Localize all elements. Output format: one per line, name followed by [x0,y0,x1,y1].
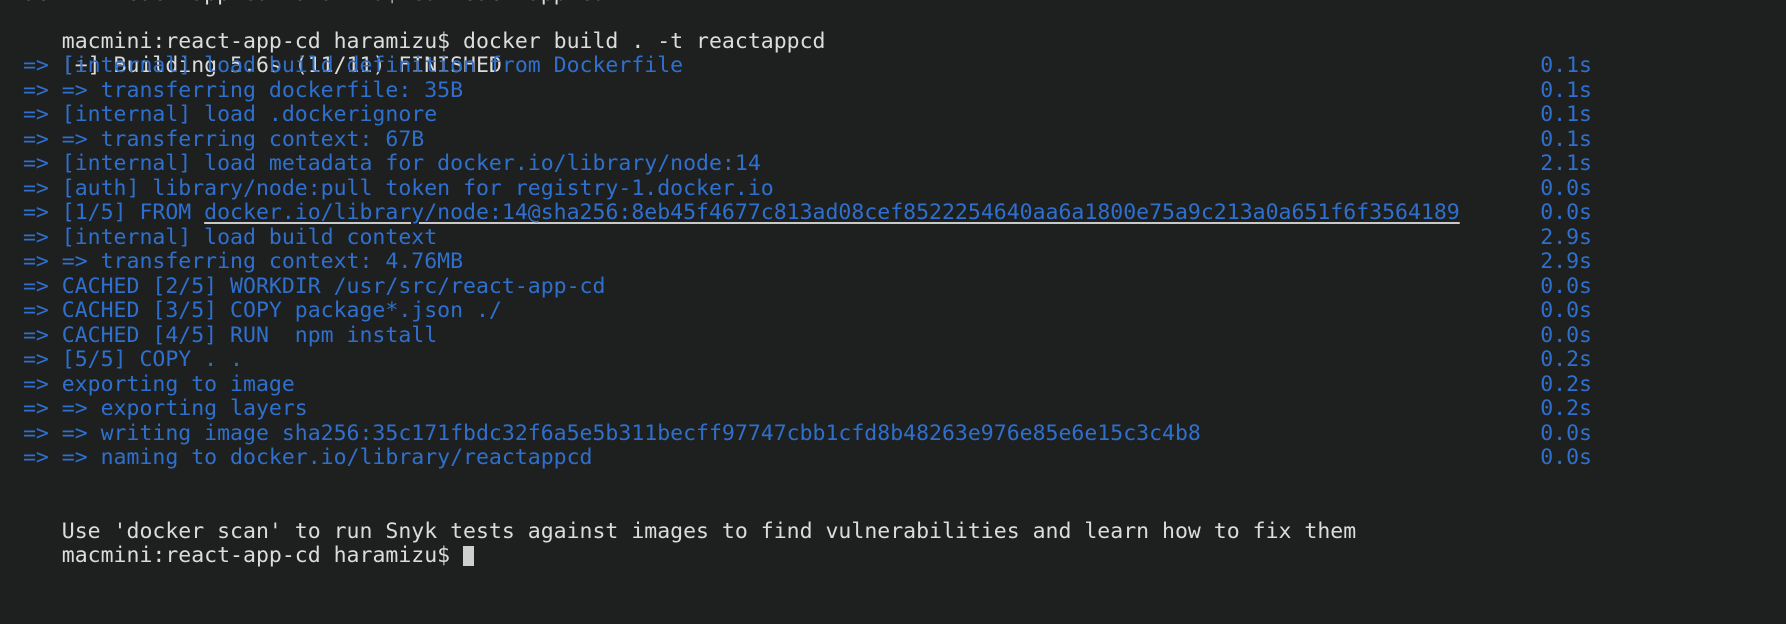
build-step-text: => CACHED [3/5] COPY package*.json ./ [10,298,502,323]
build-status-line: [+] Building 5.6s (11/11) FINISHED [10,30,1786,78]
build-step-duration: 0.1s [1540,77,1592,103]
build-step-text: => [internal] load .dockerignore [10,102,438,127]
build-step-row: => [internal] load build context 2.9s [10,224,1786,251]
build-step-duration: 0.0s [1540,322,1592,348]
build-step-image-reference-link[interactable]: docker.io/library/node:14@sha256:8eb45f4… [204,200,1460,225]
build-step-row: => CACHED [3/5] COPY package*.json ./ 0.0… [10,298,1786,324]
build-step-text: => CACHED [2/5] WORKDIR /usr/src/react-a… [10,273,606,299]
build-steps-list: => [internal] load build definition from… [10,53,1786,471]
build-step-row: => CACHED [4/5] RUN npm install 0.0s [10,322,1786,349]
build-step-duration: 0.2s [1540,371,1592,397]
final-prompt-text: macmini:react-app-cd haramizu$ [61,543,464,568]
build-step-duration: 0.1s [1540,102,1592,127]
build-step-row: => exporting to image 0.2s [10,371,1786,398]
build-step-duration: 0.0s [1540,420,1592,446]
build-step-row: => => exporting layers 0.2s [10,396,1786,422]
build-step-text: => [internal] load metadata for docker.i… [10,151,761,176]
build-step-text: => => transferring context: 67B [10,126,425,152]
build-step-row: => [internal] load .dockerignore 0.1s [10,102,1786,128]
build-step-text: => => transferring dockerfile: 35B [10,77,464,103]
build-step-row: => => transferring context: 67B 0.1s [10,126,1786,153]
build-step-row: => => writing image sha256:35c171fbdc32f… [10,420,1786,447]
build-step-row: => [5/5] COPY . . 0.2s [10,347,1786,373]
build-step-text: => => exporting layers [10,396,308,421]
build-step-text: => => transferring context: 4.76MB [10,249,464,274]
build-step-text: => => writing image sha256:35c171fbdc32f… [10,420,1201,446]
build-step-text: => [1/5] FROM [10,200,205,225]
terminal-window[interactable]: macmini:react-app-cd haramizu$ cd react-… [0,0,1786,624]
build-step-row: => => naming to docker.io/library/reacta… [10,445,1786,471]
build-step-row: => [auth] library/node:pull token for re… [10,175,1786,202]
build-step-row: => [1/5] FROM docker.io/library/node:14@… [10,200,1786,226]
build-step-text: => [internal] load build definition from… [10,53,684,78]
build-step-row: => [internal] load metadata for docker.i… [10,151,1786,177]
build-step-duration: 0.0s [1540,200,1592,225]
text-cursor [463,546,475,566]
docker-scan-hint-line: Use 'docker scan' to run Snyk tests agai… [10,495,1786,544]
build-step-text: => [5/5] COPY . . [10,347,243,372]
build-step-duration: 0.1s [1540,53,1592,78]
build-step-duration: 0.1s [1540,126,1592,152]
build-step-duration: 2.1s [1540,151,1592,176]
build-step-text: => exporting to image [10,371,295,397]
build-step-duration: 0.0s [1540,273,1592,299]
command-line: macmini:react-app-cd haramizu$ docker bu… [10,5,1786,54]
final-prompt-line[interactable]: macmini:react-app-cd haramizu$ [10,520,1786,568]
build-step-row: => => transferring context: 4.76MB 2.9s [10,249,1786,275]
build-step-duration: 0.2s [1540,347,1592,372]
build-step-duration: 2.9s [1540,249,1592,274]
build-step-duration: 2.9s [1540,224,1592,250]
build-step-text: => CACHED [4/5] RUN npm install [10,322,438,348]
build-step-duration: 0.0s [1540,445,1592,470]
build-step-duration: 0.0s [1540,298,1592,323]
build-step-text: => [auth] library/node:pull token for re… [10,175,774,201]
build-step-duration: 0.2s [1540,396,1592,421]
build-step-row: => [internal] load build definition from… [10,53,1786,79]
build-step-row: => => transferring dockerfile: 35B 0.1s [10,77,1786,104]
build-step-duration: 0.0s [1540,175,1592,201]
build-step-row: => CACHED [2/5] WORKDIR /usr/src/react-a… [10,273,1786,300]
build-step-text: => => naming to docker.io/library/reacta… [10,445,593,470]
build-step-text: => [internal] load build context [10,224,438,250]
